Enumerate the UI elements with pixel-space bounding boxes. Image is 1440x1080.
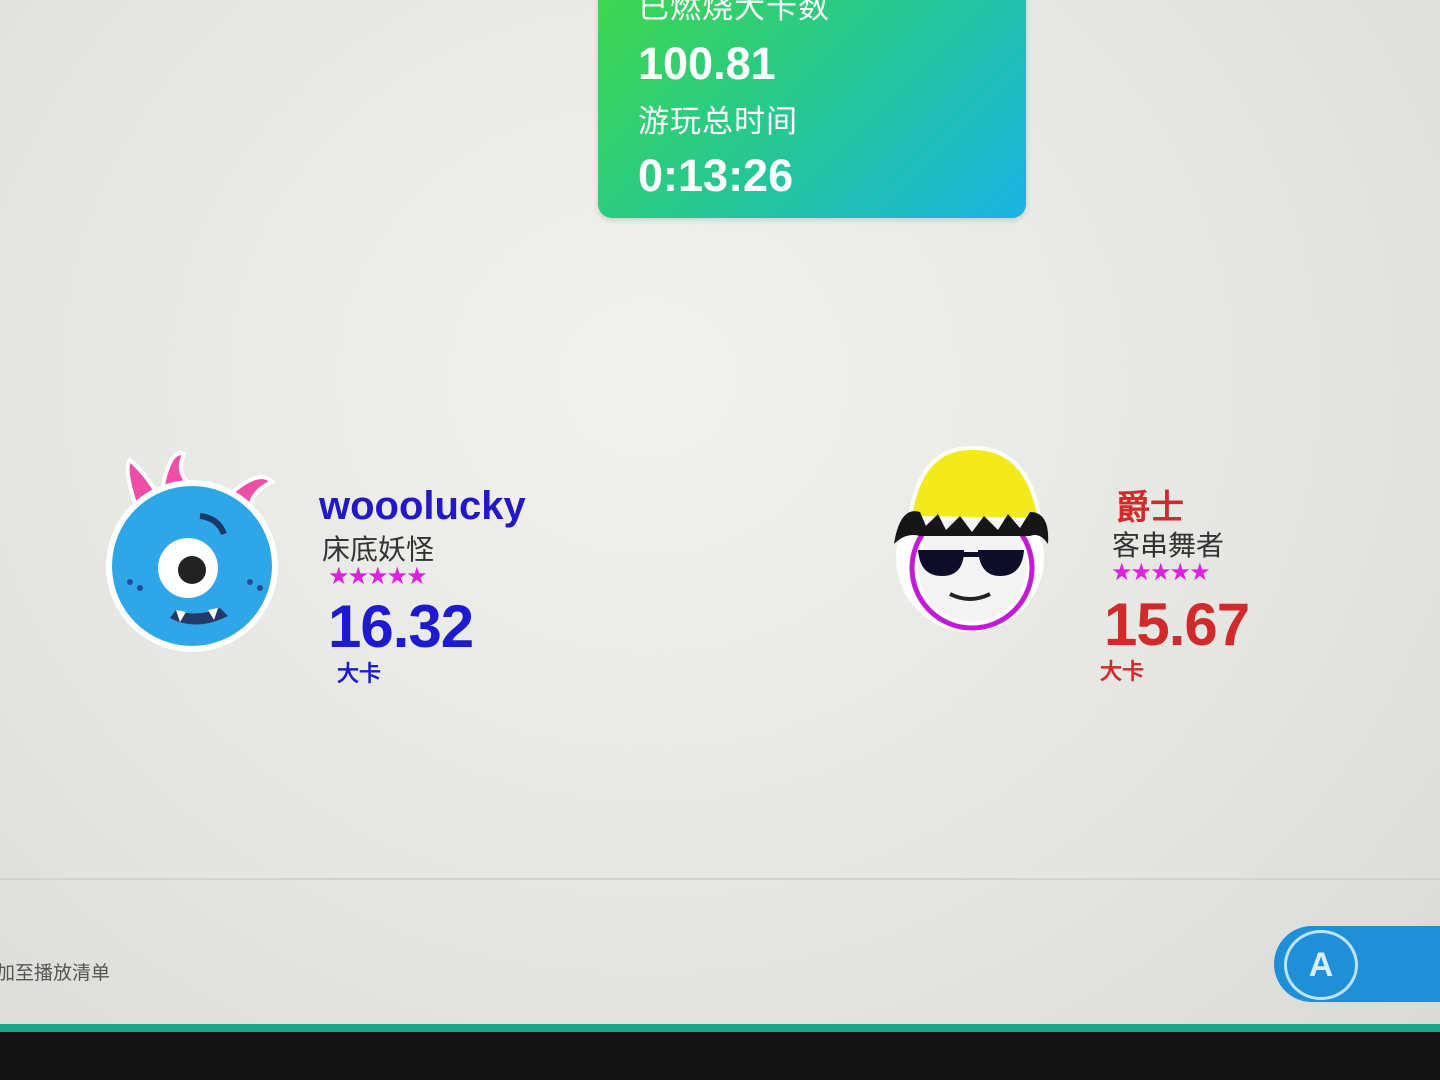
calories-stats-panel: 已燃烧大卡数 100.81 游玩总时间 0:13:26	[598, 0, 1026, 218]
screen-bezel	[0, 1032, 1440, 1080]
player-card-1: wooolucky 床底妖怪 ★★★★★ 16.32 大卡	[100, 448, 560, 688]
total-play-time-label: 游玩总时间	[638, 104, 798, 139]
calories-score: 15.67	[1104, 591, 1250, 658]
blue-cyclops-monster-icon	[106, 451, 278, 652]
calories-burned-label: 已燃烧大卡数	[638, 0, 830, 25]
calories-unit: 大卡	[337, 661, 382, 686]
calories-burned-value: 100.81	[638, 38, 776, 89]
calories-score: 16.32	[328, 593, 474, 660]
a-button-icon[interactable]: A	[1284, 930, 1358, 1000]
footer-divider	[0, 878, 1440, 880]
add-to-playlist-hint[interactable]: 加至播放清单	[0, 958, 110, 985]
star-rating-icon: ★★★★★	[1111, 559, 1211, 586]
screen-edge-line	[0, 1024, 1440, 1032]
total-play-time-value: 0:13:26	[638, 150, 794, 201]
star-rating-icon: ★★★★★	[328, 563, 428, 590]
player-name: 爵士	[1116, 489, 1184, 527]
sunglasses-beanie-face-icon	[894, 445, 1049, 632]
player-card-2: 爵士 客串舞者 ★★★★★ 15.67 大卡	[880, 440, 1300, 684]
player-name: wooolucky	[319, 484, 526, 528]
calories-unit: 大卡	[1100, 659, 1145, 684]
